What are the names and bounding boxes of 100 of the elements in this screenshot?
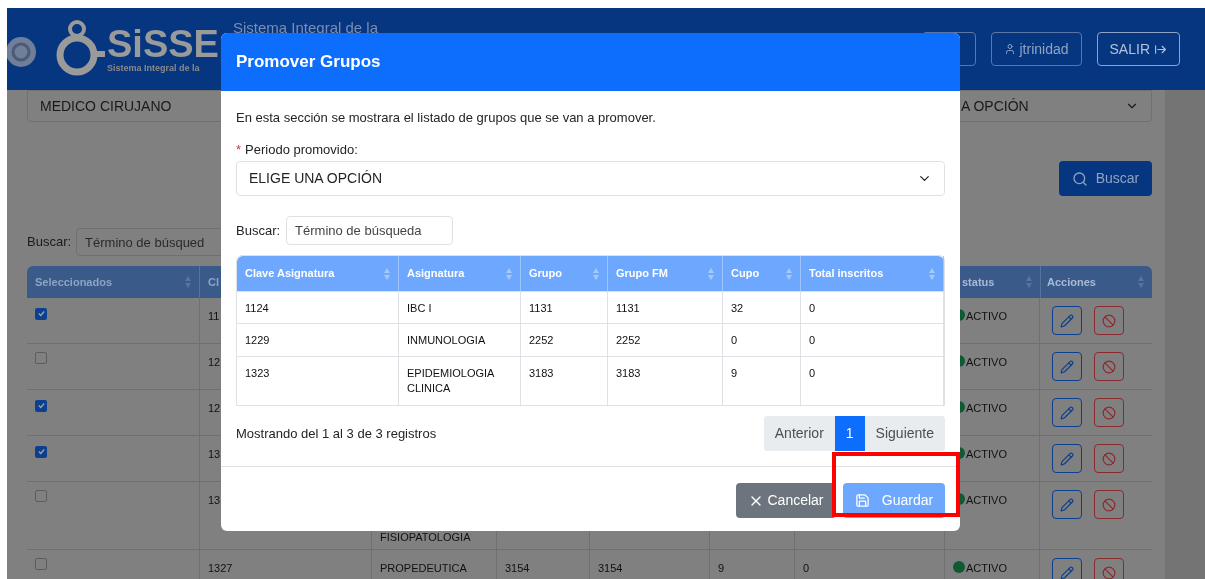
table-cell: IBC I	[407, 302, 432, 314]
modal-description: En esta sección se mostrara el listado de grupos que se van a promover.	[236, 109, 657, 127]
disable-button[interactable]	[1094, 444, 1124, 473]
table-cell: 1323	[245, 367, 270, 379]
user-button[interactable]: jtrinidad	[990, 32, 1082, 66]
ban-icon	[1102, 313, 1116, 328]
table-cell: 1131	[616, 302, 640, 314]
table-cell: 13	[208, 494, 221, 506]
ban-icon	[1102, 451, 1116, 466]
sort-icon	[708, 267, 714, 280]
table-cell: EPIDEMIOLOGIA CLINICA	[407, 367, 494, 394]
table-cell: 2252	[616, 334, 641, 346]
sort-icon	[384, 267, 390, 280]
search-icon	[1071, 170, 1088, 187]
column-header[interactable]: Acciones	[1047, 273, 1096, 291]
table-cell: 0	[803, 562, 810, 574]
table-cell: 12	[208, 402, 221, 414]
sort-icon	[1138, 276, 1144, 288]
modal-title: Promover Grupos	[236, 51, 381, 74]
disable-button[interactable]	[1094, 352, 1124, 381]
table-cell: INMUNOLOGIA	[407, 334, 486, 346]
table-cell: 0	[809, 302, 816, 314]
column-header[interactable]: Cl	[208, 273, 219, 291]
edit-button[interactable]	[1052, 398, 1082, 427]
column-header[interactable]: Seleccionados	[35, 273, 113, 291]
status-text: ACTIVO	[966, 447, 1007, 462]
table-cell-text: FISIOPATOLOGIA	[380, 529, 471, 545]
status-text: ACTIVO	[966, 561, 1007, 576]
sort-icon	[506, 267, 512, 280]
logo-subtitle: Sistema Integral de la	[107, 63, 201, 73]
sort-icon	[1026, 276, 1032, 288]
search-button[interactable]: Buscar	[1059, 161, 1152, 196]
pencil-icon	[1060, 451, 1074, 466]
ban-icon	[1102, 497, 1116, 512]
sort-icon	[593, 267, 599, 280]
table-cell: 13	[208, 448, 221, 460]
pencil-icon	[1060, 497, 1074, 512]
required-mark: *	[236, 141, 242, 160]
exit-icon	[1154, 42, 1167, 56]
edit-button[interactable]	[1052, 306, 1082, 335]
edit-button[interactable]	[1052, 352, 1082, 381]
user-icon	[1003, 43, 1016, 55]
status-text: ACTIVO	[966, 401, 1007, 416]
table-cell: 3154	[598, 562, 623, 574]
table-cell: 1229	[245, 334, 270, 346]
column-header[interactable]: Cupo	[731, 265, 760, 282]
page-button[interactable]: 1	[834, 416, 865, 451]
logout-button[interactable]: SALIR	[1096, 32, 1180, 66]
pencil-icon	[1060, 313, 1074, 328]
edit-button[interactable]	[1052, 444, 1082, 473]
disable-button[interactable]	[1094, 490, 1124, 519]
row-checkbox[interactable]	[35, 445, 47, 458]
ban-icon	[1102, 405, 1116, 420]
table-cell: 1124	[245, 302, 269, 314]
table-cell: PROPEDEUTICA	[380, 562, 467, 574]
table-cell: 2252	[529, 334, 554, 346]
table-cell: 0	[809, 367, 816, 379]
table-cell: 1131	[529, 302, 553, 314]
sort-icon	[929, 267, 935, 280]
column-header[interactable]: Total inscritos	[809, 265, 884, 282]
sort-icon	[786, 267, 792, 280]
status-text: ACTIVO	[966, 493, 1007, 508]
table-cell: 9	[718, 562, 725, 574]
save-icon	[854, 493, 870, 508]
row-checkbox[interactable]	[35, 399, 47, 412]
column-header[interactable]: Asignatura	[407, 265, 465, 282]
column-header[interactable]: Grupo	[529, 265, 562, 282]
table-cell: 12	[208, 356, 221, 368]
table-cell: 3183	[529, 367, 554, 379]
table-cell: 3154	[505, 562, 530, 574]
edit-button[interactable]	[1052, 558, 1082, 579]
edit-button[interactable]	[1052, 490, 1082, 519]
row-checkbox[interactable]	[35, 490, 47, 502]
disable-button[interactable]	[1094, 398, 1124, 427]
sort-icon	[185, 276, 191, 288]
row-checkbox[interactable]	[35, 352, 47, 364]
period-select[interactable]: ELIGE UNA OPCIÓN	[236, 161, 945, 196]
table-cell: 0	[731, 334, 738, 346]
pencil-icon	[1060, 359, 1074, 374]
row-checkbox[interactable]	[35, 307, 47, 320]
row-checkbox[interactable]	[35, 558, 47, 570]
table-cell: 32	[731, 302, 744, 314]
column-header[interactable]: status	[962, 273, 995, 291]
table-cell: 1327	[208, 562, 233, 574]
table-cell: 9	[731, 367, 738, 379]
disable-button[interactable]	[1094, 558, 1124, 579]
pencil-icon	[1060, 405, 1074, 420]
period-label: Periodo promovido:	[245, 141, 358, 160]
table-cell: 3183	[616, 367, 641, 379]
status-text: ACTIVO	[966, 355, 1007, 370]
column-header[interactable]: Grupo FM	[616, 265, 668, 282]
ban-icon	[1102, 565, 1116, 579]
search-label: Buscar:	[27, 233, 72, 252]
column-header[interactable]: Clave Asignatura	[245, 265, 335, 282]
status-text: ACTIVO	[966, 309, 1007, 324]
logo-text: SiSSE	[107, 25, 219, 63]
disable-button[interactable]	[1094, 306, 1124, 335]
table-cell: 11	[208, 310, 220, 322]
records-info: Mostrando del 1 al 3 de 3 registros	[236, 424, 437, 443]
ban-icon	[1102, 359, 1116, 374]
